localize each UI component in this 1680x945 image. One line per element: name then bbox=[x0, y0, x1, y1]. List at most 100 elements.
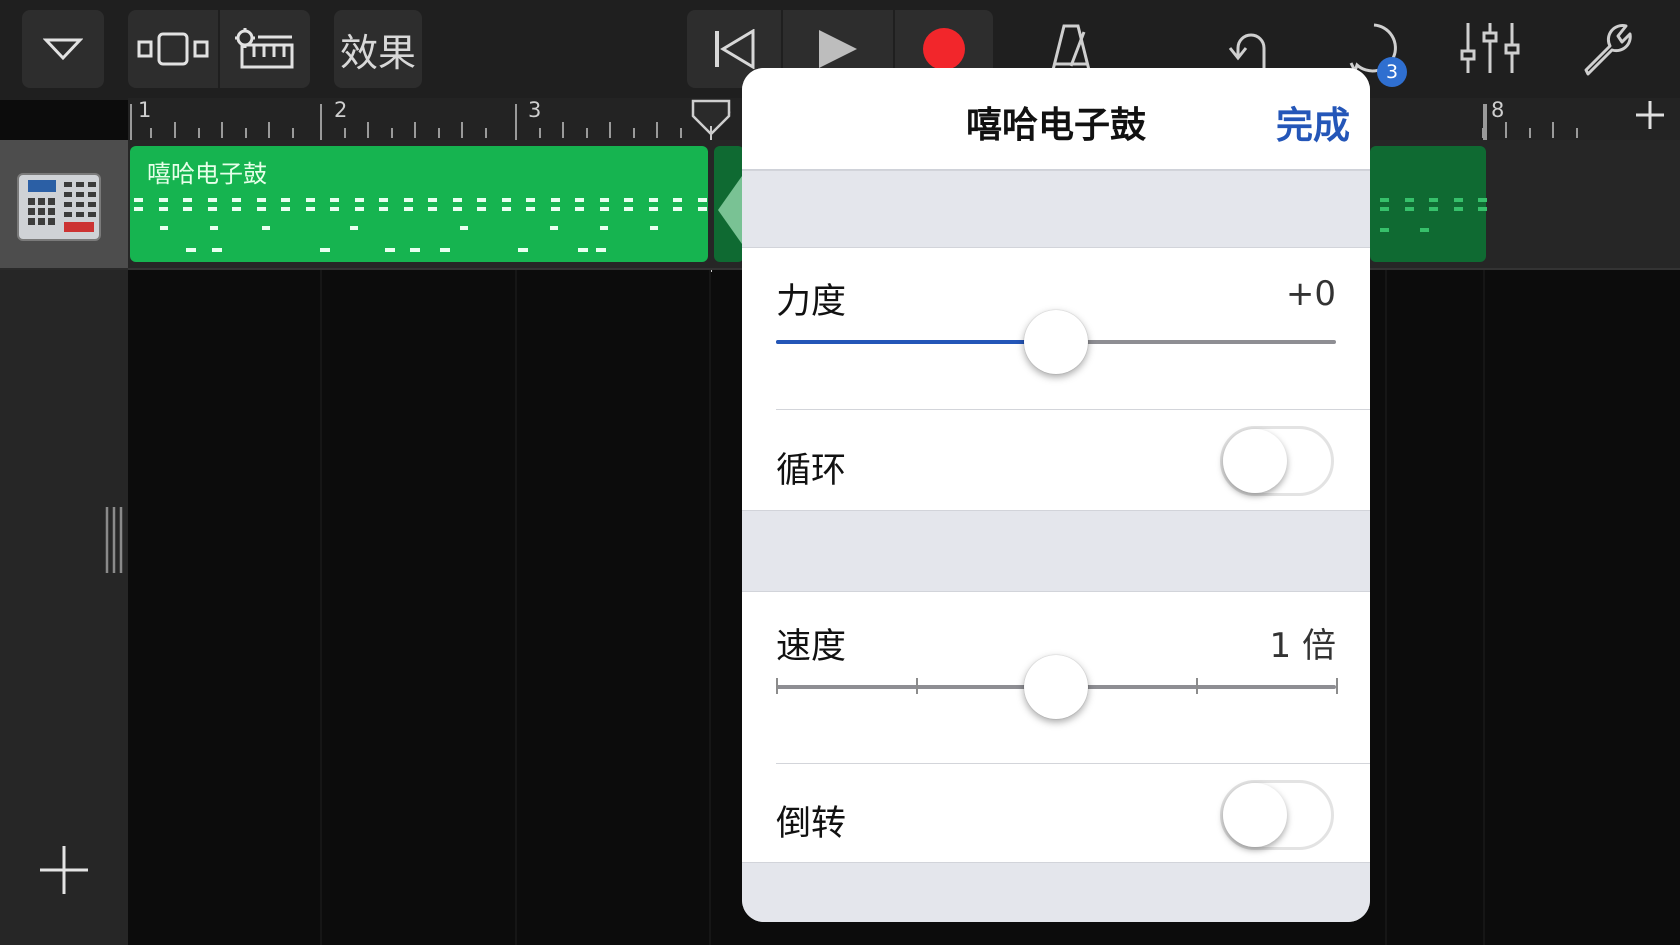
speed-tick bbox=[1196, 678, 1198, 694]
midi-note bbox=[518, 248, 528, 252]
midi-note bbox=[1429, 198, 1438, 202]
dropdown-button[interactable] bbox=[22, 10, 104, 88]
midi-note bbox=[624, 207, 633, 211]
midi-note bbox=[186, 248, 196, 252]
speed-tick bbox=[916, 678, 918, 694]
tracks-view-button[interactable] bbox=[128, 10, 218, 88]
instrument-view-icon bbox=[235, 28, 294, 69]
midi-note bbox=[1453, 207, 1463, 211]
midi-note bbox=[354, 198, 364, 202]
loop-toggle-thumb bbox=[1223, 429, 1287, 493]
midi-note bbox=[403, 198, 413, 202]
midi-note bbox=[385, 248, 395, 252]
midi-note bbox=[212, 248, 222, 252]
reverse-toggle-thumb bbox=[1223, 783, 1287, 847]
midi-note bbox=[1404, 207, 1414, 211]
done-button[interactable]: 完成 bbox=[1276, 95, 1350, 149]
midi-note bbox=[207, 207, 217, 211]
record-icon bbox=[923, 28, 965, 70]
mixer-button[interactable] bbox=[1460, 20, 1520, 76]
add-track-button[interactable] bbox=[36, 842, 92, 898]
midi-note bbox=[1420, 228, 1429, 232]
midi-note bbox=[232, 198, 241, 202]
view-switcher bbox=[128, 10, 310, 88]
speed-tick bbox=[776, 678, 778, 694]
reverse-label: 倒转 bbox=[776, 804, 847, 844]
midi-note bbox=[697, 198, 707, 202]
midi-note bbox=[320, 248, 330, 252]
midi-note bbox=[648, 198, 658, 202]
midi-note bbox=[1380, 228, 1389, 232]
loop-count-badge: 3 bbox=[1377, 57, 1407, 87]
loop-label: 循环 bbox=[776, 451, 847, 491]
midi-note bbox=[428, 207, 437, 211]
popover-header: 嘻哈电子鼓 完成 bbox=[742, 68, 1370, 170]
effects-button[interactable]: 效果 bbox=[334, 10, 422, 88]
midi-note bbox=[183, 198, 192, 202]
midi-note bbox=[600, 226, 608, 230]
midi-note bbox=[501, 207, 511, 211]
add-section-button[interactable] bbox=[1630, 98, 1670, 138]
section-separator bbox=[742, 510, 1370, 592]
midi-note bbox=[256, 198, 266, 202]
midi-note bbox=[624, 198, 633, 202]
tracks-view-icon bbox=[137, 32, 209, 66]
midi-note bbox=[599, 207, 609, 211]
midi-note bbox=[330, 198, 339, 202]
midi-note bbox=[697, 207, 707, 211]
region-settings-popover: 嘻哈电子鼓 完成 力度 +0 循环 速度 1 倍 倒转 bbox=[742, 68, 1370, 922]
velocity-label: 力度 bbox=[776, 282, 847, 322]
midi-note bbox=[650, 226, 658, 230]
midi-note bbox=[1404, 198, 1414, 202]
midi-note bbox=[232, 207, 241, 211]
midi-note bbox=[379, 198, 388, 202]
midi-note bbox=[210, 226, 218, 230]
midi-note bbox=[599, 198, 609, 202]
velocity-slider-fill bbox=[776, 340, 1056, 344]
reverse-toggle[interactable] bbox=[1220, 780, 1334, 850]
midi-note bbox=[477, 198, 486, 202]
midi-note bbox=[1380, 198, 1389, 202]
midi-note bbox=[403, 207, 413, 211]
settings-wrench-icon bbox=[1584, 24, 1632, 76]
midi-note bbox=[330, 207, 339, 211]
plus-icon bbox=[1636, 101, 1664, 129]
midi-note bbox=[1478, 198, 1487, 202]
instrument-view-button[interactable] bbox=[220, 10, 310, 88]
dropdown-icon bbox=[43, 38, 83, 61]
loop-toggle[interactable] bbox=[1220, 426, 1334, 496]
track-header[interactable] bbox=[0, 140, 128, 270]
midi-note bbox=[262, 226, 270, 230]
midi-note bbox=[673, 198, 682, 202]
midi-note bbox=[477, 207, 486, 211]
midi-note bbox=[158, 198, 168, 202]
ruler-bar-label: 2 bbox=[334, 98, 348, 122]
midi-note bbox=[183, 207, 192, 211]
midi-note bbox=[648, 207, 658, 211]
speed-slider-knob[interactable] bbox=[1024, 655, 1088, 719]
settings-button[interactable] bbox=[1580, 20, 1636, 76]
section-separator bbox=[742, 170, 1370, 248]
speed-value: 1 倍 bbox=[1269, 626, 1336, 666]
midi-note bbox=[550, 198, 560, 202]
audio-region-loop[interactable] bbox=[1370, 146, 1486, 262]
midi-note bbox=[281, 198, 290, 202]
row-separator bbox=[776, 763, 1370, 764]
midi-note bbox=[160, 226, 168, 230]
midi-note bbox=[501, 198, 511, 202]
row-separator bbox=[776, 409, 1370, 410]
resize-grip-handle[interactable] bbox=[104, 505, 124, 575]
midi-note bbox=[550, 207, 560, 211]
midi-note bbox=[452, 198, 462, 202]
midi-note bbox=[1453, 198, 1463, 202]
speed-tick bbox=[1336, 678, 1338, 694]
midi-note bbox=[410, 248, 420, 252]
midi-note bbox=[379, 207, 388, 211]
velocity-slider-knob[interactable] bbox=[1024, 310, 1088, 374]
midi-note bbox=[350, 226, 358, 230]
ruler-bar-label: 3 bbox=[528, 98, 542, 122]
ruler-bar-label: 8 bbox=[1491, 98, 1505, 122]
midi-note bbox=[281, 207, 290, 211]
midi-note bbox=[550, 226, 558, 230]
speed-label: 速度 bbox=[776, 627, 847, 667]
